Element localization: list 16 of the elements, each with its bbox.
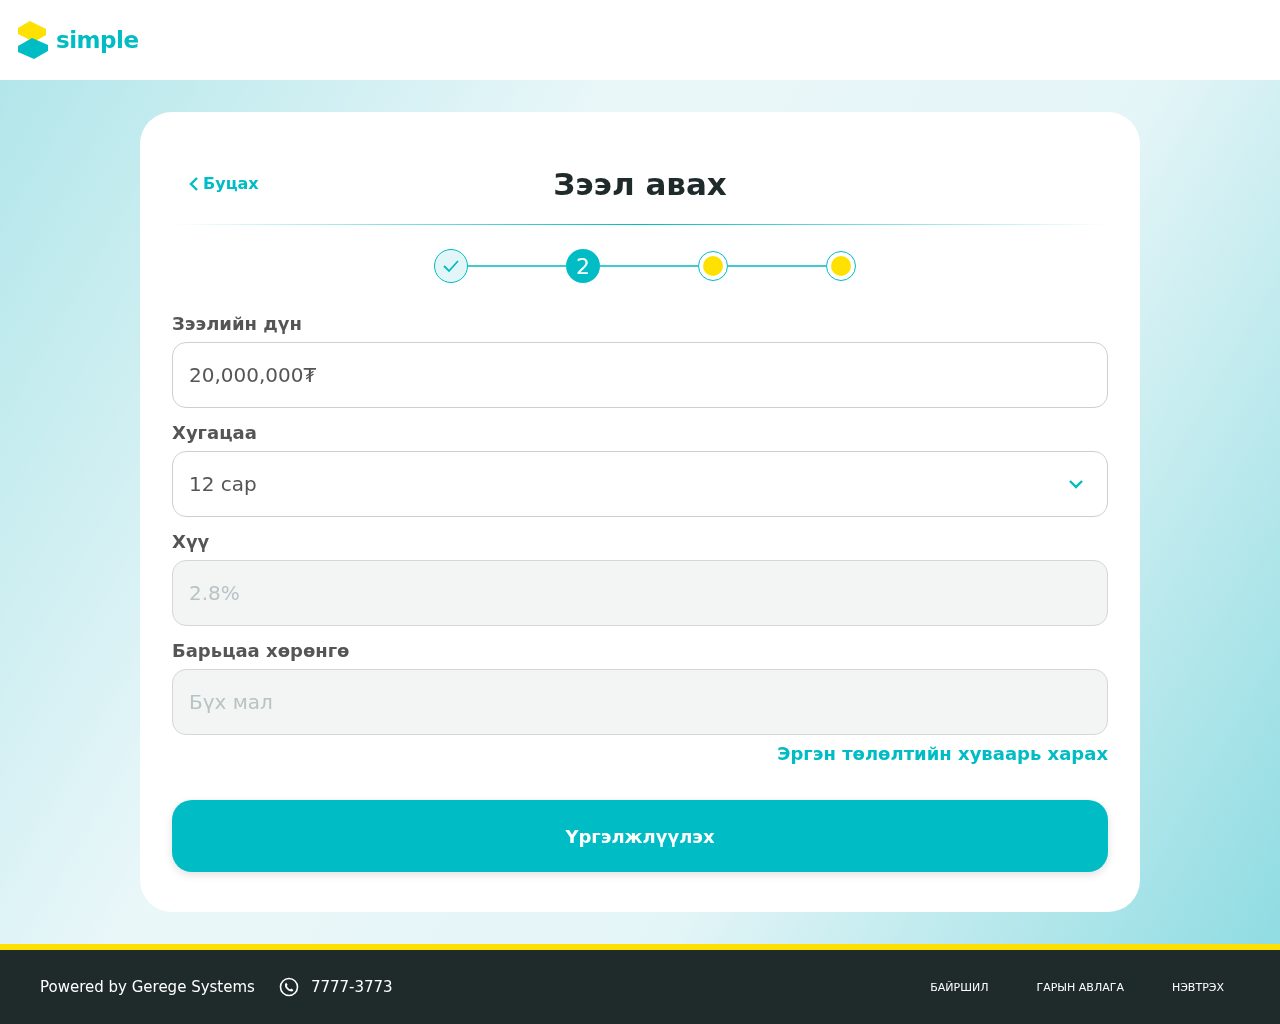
- field-label: Зээлийн дүн: [172, 313, 303, 334]
- step-indicator: 2: [566, 249, 600, 283]
- input-field[interactable]: 20,000,000₮: [172, 342, 1108, 408]
- page-title: Зээл авах: [553, 165, 727, 202]
- field-label: Хугацаа: [172, 422, 258, 443]
- footer-link[interactable]: БАЙРШИЛ: [930, 980, 989, 994]
- chevron-down-icon: [1068, 479, 1084, 489]
- dropdown-field[interactable]: 12 сар: [172, 451, 1108, 517]
- footer-link[interactable]: ГАРЫН АВЛАГА: [1036, 980, 1124, 994]
- field-label: Барьцаа хөрөнгө: [172, 640, 351, 661]
- footer-link[interactable]: НЭВТРЭХ: [1171, 980, 1224, 994]
- powered-by-text: Powered by Gerege Systems: [40, 978, 255, 996]
- phone-number: 7777-3773: [310, 978, 393, 996]
- chevron-left-icon: [189, 176, 199, 191]
- field-label: Хүү: [172, 531, 211, 552]
- phone-icon: [278, 977, 299, 997]
